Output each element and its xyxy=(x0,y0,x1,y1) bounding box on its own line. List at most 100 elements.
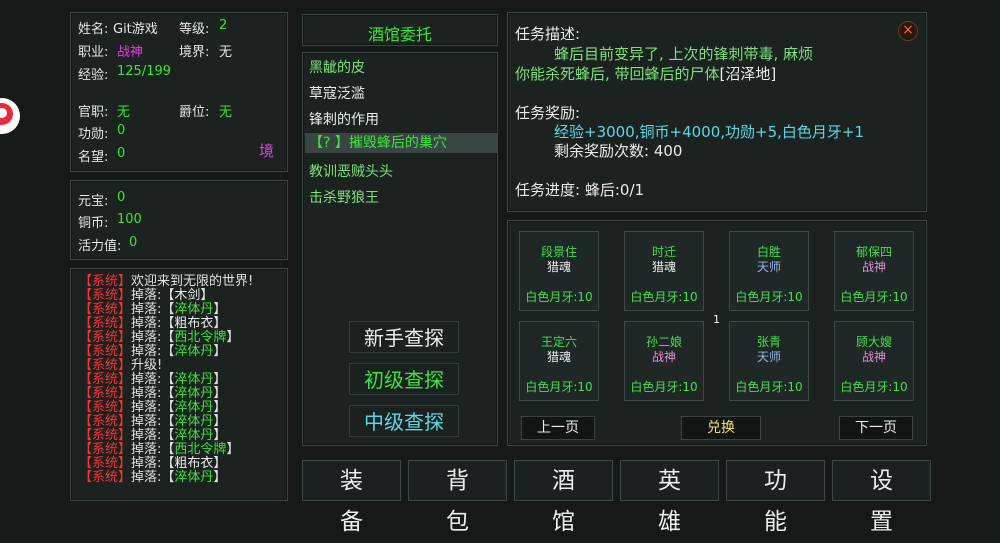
job-value: 战神 xyxy=(117,45,144,60)
log-bracket-close: 】 xyxy=(213,428,227,443)
progress-row: 任务进度: 蜂后:0/1 xyxy=(515,179,644,200)
quest-item[interactable]: 击杀野狼王 xyxy=(309,187,379,207)
system-log-panel[interactable]: 【系统】欢迎来到无限的世界! 【系统】掉落:【木剑】 【系统】掉落:【淬体丹】 【系统… xyxy=(70,268,288,501)
explore-novice-button[interactable]: 新手查探 xyxy=(349,321,459,353)
log-line: 【系统】掉落:【淬体丹】 xyxy=(79,429,226,443)
npc-class: 猎魂 xyxy=(651,260,676,274)
realm-label: 境界: xyxy=(179,45,210,60)
npc-card[interactable]: 段景住 猎魂 白色月牙:10 xyxy=(519,231,599,311)
log-line: 【系统】掉落:【淬体丹】 xyxy=(79,345,226,359)
remaining-value: 400 xyxy=(653,142,683,160)
exchange-button[interactable]: 兑换 xyxy=(681,416,761,440)
level-label: 等级: xyxy=(179,22,210,37)
log-text: 掉落:【 xyxy=(131,344,175,359)
reward-label: 任务奖励: xyxy=(515,104,581,122)
npc-cost: 白色月牙:10 xyxy=(735,290,803,304)
prev-page-button[interactable]: 上一页 xyxy=(521,416,595,440)
npc-cost: 白色月牙:10 xyxy=(840,290,908,304)
desc-place: [沼泽地] xyxy=(719,65,777,83)
fame-label: 名望: xyxy=(78,150,109,165)
npc-class: 猎魂 xyxy=(546,350,571,364)
currency-panel: 元宝: 0 铜币: 100 活力值: 0 xyxy=(70,180,288,260)
system-tag: 【系统】 xyxy=(79,358,132,373)
tavern-title: 酒馆委托 xyxy=(367,25,432,44)
system-tag: 【系统】 xyxy=(79,456,132,471)
log-text: 掉落:【 xyxy=(131,330,175,345)
log-line: 【系统】掉落:【西北令牌】 xyxy=(79,443,239,457)
tab-tavern[interactable]: 酒馆 xyxy=(514,460,613,535)
quest-item[interactable]: 黑龇的皮 xyxy=(309,57,365,77)
explore-mid-button[interactable]: 中级查探 xyxy=(349,405,459,437)
explore-basic-button[interactable]: 初级查探 xyxy=(349,363,459,395)
npc-card[interactable]: 顾大嫂 战神 白色月牙:10 xyxy=(834,321,914,401)
npc-card[interactable]: 王定六 猎魂 白色月牙:10 xyxy=(519,321,599,401)
log-bracket-close: 】 xyxy=(213,316,227,331)
quest-item[interactable]: 【? 】摧毁蜂后的巢穴 xyxy=(305,133,497,153)
quest-item[interactable]: 草寇泛滥 xyxy=(309,83,365,103)
tab-equipment[interactable]: 装备 xyxy=(302,460,401,535)
merit-value: 0 xyxy=(117,123,126,138)
log-item-name: 粗布衣 xyxy=(174,456,214,471)
npc-card[interactable]: 孙二娘 战神 白色月牙:10 xyxy=(624,321,704,401)
remaining-label: 剩余奖励次数: xyxy=(554,142,650,160)
system-tag: 【系统】 xyxy=(79,316,132,331)
log-item-name: 淬体丹 xyxy=(174,414,214,429)
merit-label: 功勋: xyxy=(78,127,109,142)
vitality-label: 活力值: xyxy=(78,239,122,254)
system-tag: 【系统】 xyxy=(79,372,132,387)
log-bracket-close: 】 xyxy=(200,288,214,303)
npc-class: 战神 xyxy=(861,260,886,274)
float-assistant-icon[interactable] xyxy=(0,92,26,140)
log-line: 【系统】掉落:【淬体丹】 xyxy=(79,387,226,401)
fame-value: 0 xyxy=(117,146,126,161)
copper-label: 铜币: xyxy=(78,216,109,231)
log-line: 【系统】掉落:【淬体丹】 xyxy=(79,373,226,387)
log-bracket-close: 】 xyxy=(213,344,227,359)
npc-card[interactable]: 时迁 猎魂 白色月牙:10 xyxy=(624,231,704,311)
exp-value: 125/199 xyxy=(117,64,172,79)
quest-item[interactable]: 锋刺的作用 xyxy=(309,109,379,129)
tab-heroes[interactable]: 英雄 xyxy=(620,460,719,535)
log-text: 掉落:【 xyxy=(131,456,175,471)
log-text: 掉落:【 xyxy=(131,414,175,429)
system-tag: 【系统】 xyxy=(79,414,132,429)
tab-functions[interactable]: 功能 xyxy=(726,460,825,535)
tab-settings[interactable]: 设置 xyxy=(832,460,931,535)
desc-line-2: 你能杀死蜂后, 带回蜂后的尸体[沼泽地] xyxy=(515,63,776,84)
realm-button[interactable]: 境 xyxy=(259,140,274,161)
log-bracket-close: 】 xyxy=(213,414,227,429)
npc-cost: 白色月牙:10 xyxy=(630,290,698,304)
log-item-name: 木剑 xyxy=(174,288,201,303)
name-label: 姓名: xyxy=(78,22,109,37)
npc-card[interactable]: 张青 天师 白色月牙:10 xyxy=(729,321,809,401)
log-item-name: 淬体丹 xyxy=(174,372,214,387)
desc-label: 任务描述: xyxy=(515,25,581,43)
office-label: 官职: xyxy=(78,105,109,120)
office-value: 无 xyxy=(117,105,131,120)
profile-panel: 姓名: Git游戏 等级: 2 职业: 战神 境界: 无 经验: 125/199… xyxy=(70,12,288,172)
log-text: 掉落:【 xyxy=(131,316,175,331)
realm-value: 无 xyxy=(219,45,233,60)
log-bracket-close: 】 xyxy=(213,400,227,415)
vitality-value: 0 xyxy=(129,235,138,250)
npc-class: 猎魂 xyxy=(546,260,571,274)
log-text: 掉落:【 xyxy=(131,372,175,387)
desc-line-2-text: 你能杀死蜂后, 带回蜂后的尸体 xyxy=(515,65,720,83)
page-number: 1 xyxy=(713,313,720,326)
peerage-label: 爵位: xyxy=(179,105,210,120)
quest-item[interactable]: 教训恶贼头头 xyxy=(309,161,393,181)
tab-backpack[interactable]: 背包 xyxy=(408,460,507,535)
npc-class: 天师 xyxy=(756,260,781,274)
close-icon[interactable]: × xyxy=(898,21,918,41)
log-bracket-close: 】 xyxy=(213,456,227,471)
exp-label: 经验: xyxy=(78,68,109,83)
npc-card[interactable]: 郁保四 战神 白色月牙:10 xyxy=(834,231,914,311)
log-text: 掉落:【 xyxy=(131,400,175,415)
log-bracket-close: 】 xyxy=(226,442,240,457)
quest-detail-panel: 任务描述: 蜂后目前变异了, 上次的锋刺带毒, 麻烦 你能杀死蜂后, 带回蜂后的… xyxy=(507,12,927,212)
system-tag: 【系统】 xyxy=(79,386,132,401)
next-page-button[interactable]: 下一页 xyxy=(839,416,913,440)
log-bracket-close: 】 xyxy=(213,302,227,317)
log-line: 【系统】欢迎来到无限的世界! xyxy=(79,275,253,289)
npc-card[interactable]: 白胜 天师 白色月牙:10 xyxy=(729,231,809,311)
